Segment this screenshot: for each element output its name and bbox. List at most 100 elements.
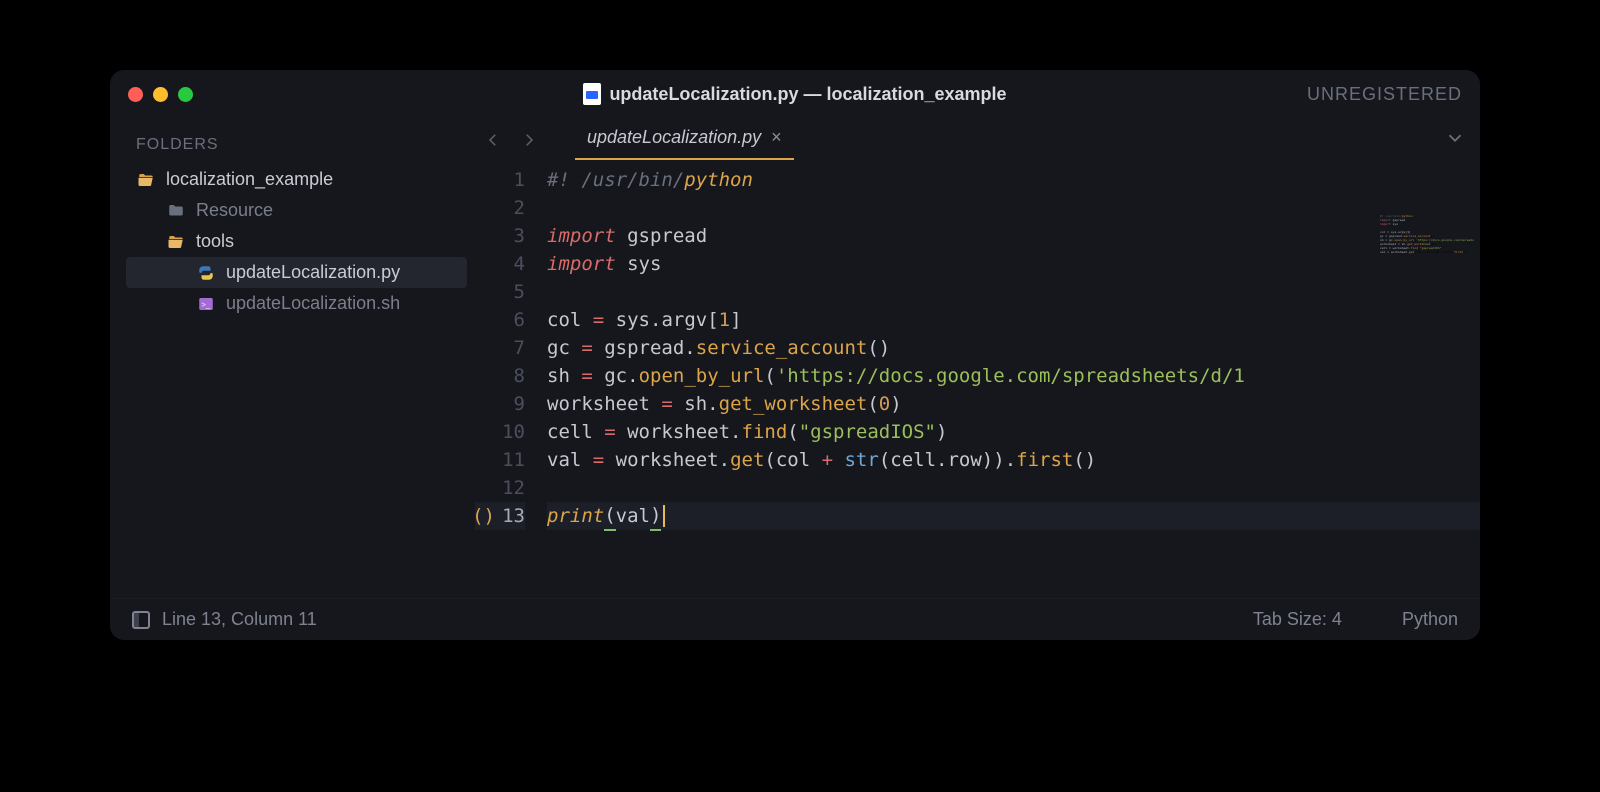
code-token: . [707, 390, 718, 418]
line-number: 2 [475, 194, 525, 222]
code-token: ) [890, 390, 901, 418]
code-token: col [547, 306, 593, 334]
python-icon [196, 264, 216, 282]
code-line[interactable]: #! /usr/bin/python [547, 166, 1480, 194]
code-token: () [1073, 446, 1096, 474]
code-token: . [627, 362, 638, 390]
code-token: val [547, 446, 593, 474]
language-indicator[interactable]: Python [1402, 609, 1458, 630]
tree-item-updatelocalization-sh[interactable]: >_ updateLocalization.sh [126, 288, 467, 319]
tree-item-localization_example[interactable]: localization_example [126, 164, 467, 195]
code-token: () [867, 334, 890, 362]
code-token: gspread [627, 222, 707, 250]
minimap[interactable]: #! /usr/bin/python import gspread import… [1378, 212, 1474, 322]
folder-tree: localization_example Resourcetools updateL… [126, 164, 467, 319]
code-line[interactable]: col = sys.argv[1] [547, 306, 1480, 334]
line-number: 7 [475, 334, 525, 362]
line-number: 12 [475, 474, 525, 502]
tab-active[interactable]: updateLocalization.py × [575, 121, 794, 160]
shell-icon: >_ [196, 295, 216, 313]
code-token: argv [661, 306, 707, 334]
code-token: = [593, 306, 616, 334]
folder-open-icon [166, 233, 186, 251]
line-number: 6 [475, 306, 525, 334]
code-editor[interactable]: 12345678910111213() #! /usr/bin/python im… [475, 162, 1480, 598]
code-token: gspread [604, 334, 684, 362]
code-token: ] [730, 306, 741, 334]
code-token: print [547, 502, 604, 530]
window-title: updateLocalization.py — localization_exa… [110, 83, 1480, 105]
code-line[interactable] [547, 474, 1480, 502]
code-token: gc [547, 334, 581, 362]
title-filename: updateLocalization.py [609, 84, 798, 104]
code-line[interactable]: print(val) [547, 502, 1480, 530]
traffic-lights [128, 87, 193, 102]
code-line[interactable] [547, 278, 1480, 306]
nav-back-button[interactable] [479, 126, 507, 154]
code-token: import [547, 250, 627, 278]
code-line[interactable]: sh = gc.open_by_url('https://docs.google… [547, 362, 1480, 390]
code-token: sys [616, 306, 650, 334]
code-token: first [1016, 446, 1073, 474]
tab-size-indicator[interactable]: Tab Size: 4 [1253, 609, 1342, 630]
code-token: val [616, 502, 650, 530]
code-token: (col [764, 446, 821, 474]
folder-icon [166, 202, 186, 220]
code-token: + [822, 446, 845, 474]
code-token: sh [684, 390, 707, 418]
bracket-hint-icon: () [472, 502, 495, 530]
code-token: . [650, 306, 661, 334]
tree-item-tools[interactable]: tools [126, 226, 467, 257]
tree-item-label: localization_example [166, 169, 333, 190]
code-token: = [604, 418, 627, 446]
titlebar: updateLocalization.py — localization_exa… [110, 70, 1480, 118]
code-line[interactable] [547, 194, 1480, 222]
code-token: get [730, 446, 764, 474]
code-token: 1 [719, 306, 730, 334]
code-token: ) [650, 501, 661, 531]
line-number: 8 [475, 362, 525, 390]
code-token: = [593, 446, 616, 474]
code-line[interactable]: val = worksheet.get(col + str(cell.row))… [547, 446, 1480, 474]
cursor-position[interactable]: Line 13, Column 11 [162, 609, 317, 630]
tree-item-label: updateLocalization.sh [226, 293, 400, 314]
code-line[interactable]: cell = worksheet.find("gspreadIOS") [547, 418, 1480, 446]
tree-item-label: updateLocalization.py [226, 262, 400, 283]
code-token: = [661, 390, 684, 418]
window-minimize-button[interactable] [153, 87, 168, 102]
code-token: ( [787, 418, 798, 446]
code-token: 'https://docs.google.com/spreadsheets/d/… [776, 362, 1245, 390]
code-token: [ [707, 306, 718, 334]
panel-toggle-icon[interactable] [132, 611, 150, 629]
line-number: 10 [475, 418, 525, 446]
folder-open-icon [136, 171, 156, 189]
window-close-button[interactable] [128, 87, 143, 102]
code-token: . [684, 334, 695, 362]
code-token: ( [764, 362, 775, 390]
code-line[interactable]: import sys [547, 250, 1480, 278]
window-zoom-button[interactable] [178, 87, 193, 102]
status-bar: Line 13, Column 11 Tab Size: 4 Python [110, 598, 1480, 640]
tree-item-resource[interactable]: Resource [126, 195, 467, 226]
code-token: get_worksheet [719, 390, 868, 418]
tab-overflow-button[interactable] [1444, 127, 1466, 154]
code-token: sys [627, 250, 661, 278]
code-area[interactable]: #! /usr/bin/pythonimport gspreadimport s… [535, 162, 1480, 598]
line-number-gutter: 12345678910111213() [475, 162, 535, 598]
code-line[interactable]: import gspread [547, 222, 1480, 250]
tree-item-updatelocalization-py[interactable]: updateLocalization.py [126, 257, 467, 288]
code-token: import [547, 222, 627, 250]
code-token: #! /usr/bin/ [547, 166, 684, 194]
title-separator: — [798, 84, 826, 104]
code-line[interactable]: worksheet = sh.get_worksheet(0) [547, 390, 1480, 418]
svg-text:>_: >_ [202, 300, 211, 309]
code-token: ) [936, 418, 947, 446]
code-token: gc [604, 362, 627, 390]
code-token: open_by_url [639, 362, 765, 390]
code-token: . [730, 418, 741, 446]
code-line[interactable]: gc = gspread.service_account() [547, 334, 1480, 362]
nav-forward-button[interactable] [515, 126, 543, 154]
tab-close-button[interactable]: × [771, 127, 782, 148]
code-token: sh [547, 362, 581, 390]
line-number: 5 [475, 278, 525, 306]
